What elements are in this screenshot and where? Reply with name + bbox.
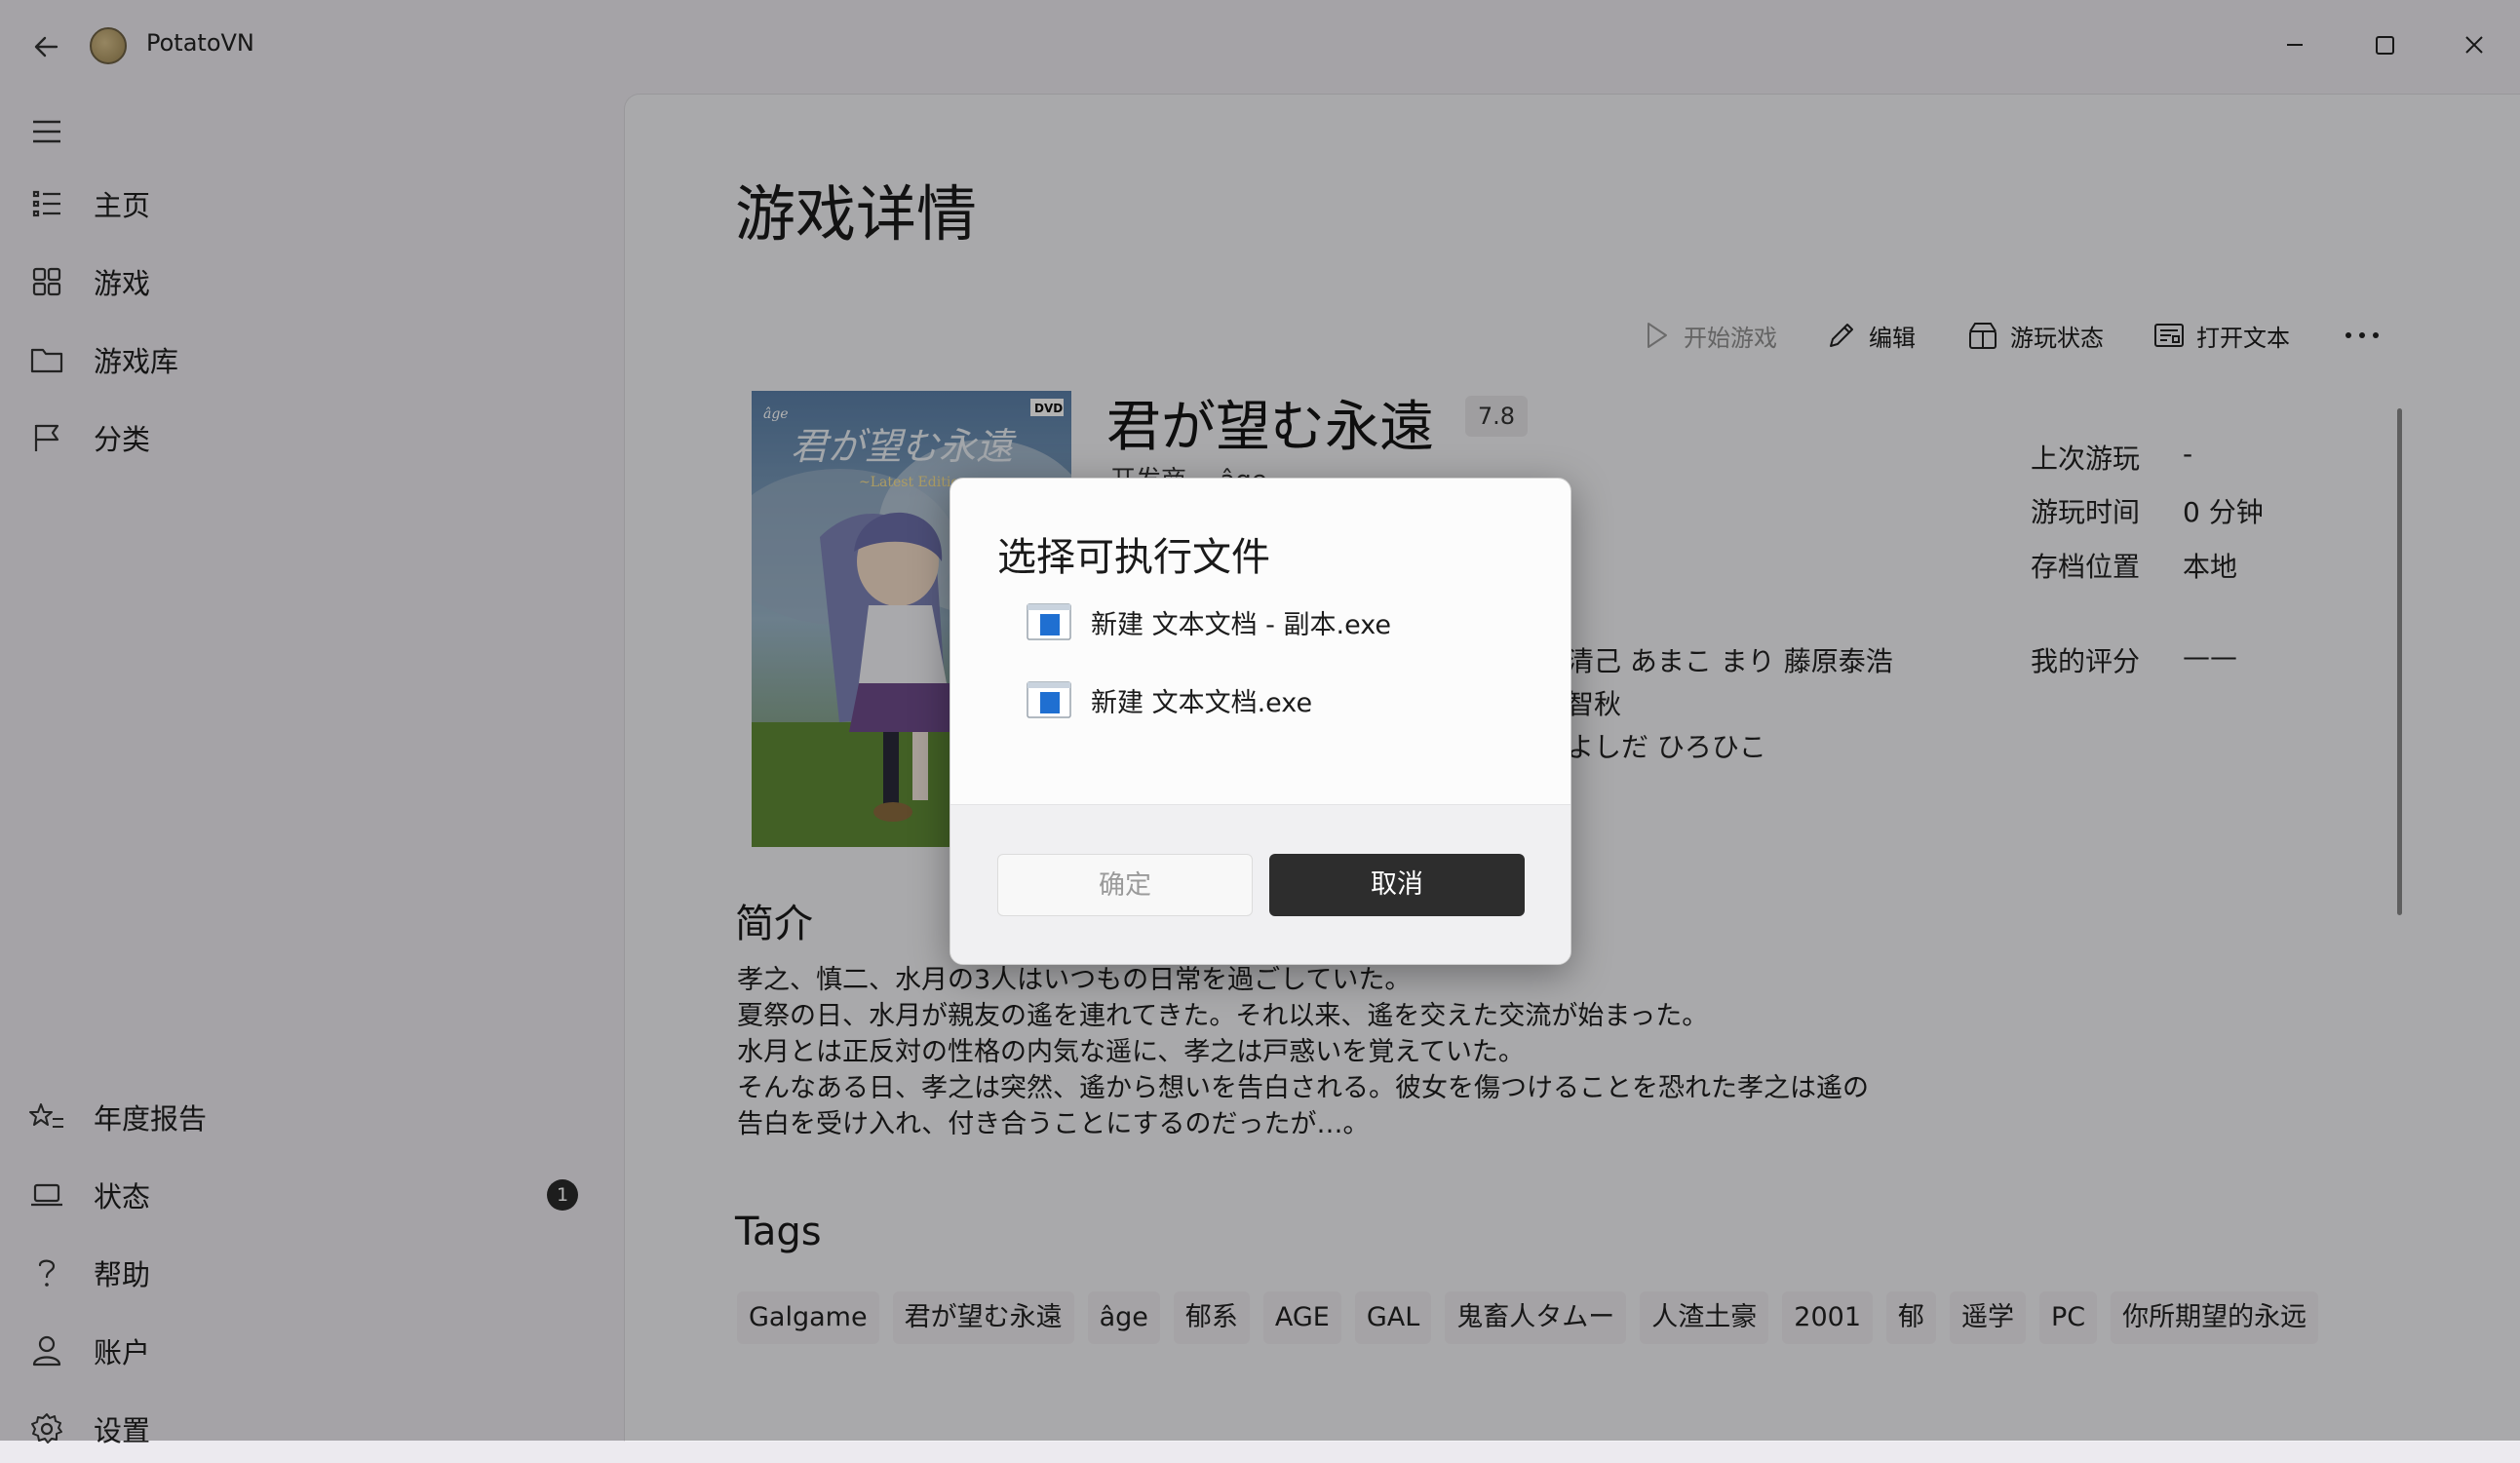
exe-file-icon (1027, 681, 1071, 718)
cancel-button[interactable]: 取消 (1269, 854, 1525, 916)
file-name: 新建 文本文档 - 副本.exe (1091, 609, 1391, 640)
confirm-button[interactable]: 确定 (997, 854, 1253, 916)
exe-file-icon (1027, 603, 1071, 640)
select-executable-dialog: 选择可执行文件 新建 文本文档 - 副本.exe 新建 文本文档.exe 确定 … (950, 478, 1571, 965)
dialog-footer: 确定 取消 (950, 804, 1570, 964)
file-name: 新建 文本文档.exe (1091, 687, 1313, 718)
file-option[interactable]: 新建 文本文档.exe (1027, 671, 1312, 729)
file-option[interactable]: 新建 文本文档 - 副本.exe (1027, 593, 1391, 651)
dialog-title: 选择可执行文件 (997, 535, 1270, 580)
